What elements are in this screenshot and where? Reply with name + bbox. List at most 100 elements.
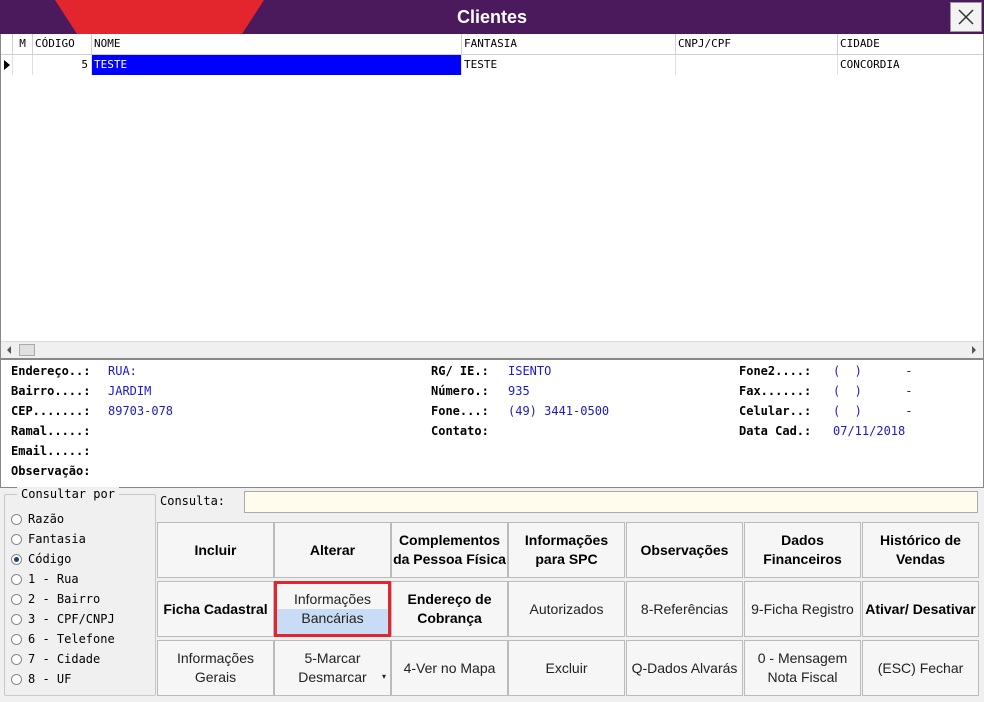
row-indicator-header [1,34,13,54]
rg-value: ISENTO [508,364,552,378]
column-header-cidade[interactable]: CIDADE [838,34,983,54]
button-label: 0 - Mensagem Nota Fiscal [757,650,848,685]
numero-label: Número.: [431,384,489,398]
column-header-codigo[interactable]: CÓDIGO [33,34,92,54]
radio-label: 3 - CPF/CNPJ [28,612,115,626]
cell-codigo[interactable]: 5 [33,55,92,75]
search-options-group: Consultar por Razão Fantasia Código 1 - … [4,487,156,696]
rg-label: RG/ IE.: [431,364,489,378]
scroll-right-icon[interactable] [969,345,979,355]
button-label: 4-Ver no Mapa [403,659,496,676]
radio-rua[interactable]: 1 - Rua [11,569,79,589]
button-label: Ficha Cadastral [163,600,268,617]
fone-label: Fone...: [431,404,489,418]
button-label: Incluir [194,541,237,558]
alterar-button[interactable]: Alterar [274,522,391,578]
scrollbar-thumb[interactable] [19,344,35,356]
radio-label: 1 - Rua [28,572,79,586]
mensagem-nota-fiscal-button[interactable]: 0 - Mensagem Nota Fiscal [744,640,861,696]
button-label: Alterar [309,541,356,558]
scroll-left-icon[interactable] [5,345,15,355]
dados-alvaras-button[interactable]: Q-Dados Alvarás [626,640,743,696]
autorizados-button[interactable]: Autorizados [508,581,625,637]
search-options-legend: Consultar por [17,487,119,501]
button-label: Complementos da Pessoa Física [393,532,506,567]
cep-value: 89703-078 [108,404,174,418]
fechar-button[interactable]: (ESC) Fechar [862,640,979,696]
consulta-input[interactable] [244,491,978,513]
clients-grid[interactable]: M CÓDIGO NOME FANTASIA CNPJ/CPF CIDADE 5… [0,34,984,359]
client-details-panel: Endereço..: RUA: Bairro....: JARDIM CEP.… [0,359,984,488]
ficha-cadastral-button[interactable]: Ficha Cadastral [157,581,274,637]
column-header-fantasia[interactable]: FANTASIA [462,34,676,54]
data-cadastro-label: Data Cad.: [739,424,812,438]
radio-telefone[interactable]: 6 - Telefone [11,629,115,649]
endereco-label: Endereço..: [11,364,91,378]
button-label: Q-Dados Alvarás [631,659,738,676]
radio-icon[interactable] [11,653,22,665]
informacoes-bancarias-button[interactable]: Informações Bancárias [274,581,391,637]
endereco-cobranca-button[interactable]: Endereço de Cobrança [391,581,508,637]
column-header-m[interactable]: M [13,34,33,54]
column-header-nome[interactable]: NOME [92,34,462,54]
radio-icon[interactable] [11,573,22,585]
radio-codigo[interactable]: Código [11,549,71,569]
ver-no-mapa-button[interactable]: 4-Ver no Mapa [391,640,508,696]
observacoes-button[interactable]: Observações [626,522,743,578]
radio-bairro[interactable]: 2 - Bairro [11,589,100,609]
button-label: 9-Ficha Registro [751,600,854,617]
radio-cpf-cnpj[interactable]: 3 - CPF/CNPJ [11,609,115,629]
fone2-label: Fone2....: [739,364,812,378]
fax-label: Fax......: [739,384,812,398]
historico-vendas-button[interactable]: Histórico de Vendas [862,522,979,578]
button-label: Bancárias [301,610,364,626]
button-label-container: Informações Bancárias [277,584,388,634]
button-label: Endereço de Cobrança [407,591,492,626]
cell-fantasia[interactable]: TESTE [462,55,676,75]
radio-icon[interactable] [11,673,22,685]
incluir-button[interactable]: Incluir [157,522,274,578]
fax-value: ( ) - [833,384,913,398]
radio-selected-icon[interactable] [11,553,22,565]
radio-icon[interactable] [11,593,22,605]
radio-icon[interactable] [11,613,22,625]
celular-label: Celular..: [739,404,812,418]
dados-financeiros-button[interactable]: Dados Financeiros [744,522,861,578]
dropdown-arrow-icon[interactable]: ▾ [382,667,386,686]
informacoes-spc-button[interactable]: Informações para SPC [508,522,625,578]
cell-m[interactable] [13,55,33,75]
table-row[interactable]: 5 TESTE TESTE CONCORDIA [1,55,983,75]
cell-cidade[interactable]: CONCORDIA [838,55,983,75]
radio-fantasia[interactable]: Fantasia [11,529,86,549]
referencias-button[interactable]: 8-Referências [626,581,743,637]
radio-label: 2 - Bairro [28,592,101,606]
grid-header: M CÓDIGO NOME FANTASIA CNPJ/CPF CIDADE [1,34,983,55]
numero-value: 935 [508,384,530,398]
button-label: Informações para SPC [524,532,609,567]
ativar-desativar-button[interactable]: Ativar/ Desativar [862,581,979,637]
cell-cnpj[interactable] [676,55,838,75]
button-label: Autorizados [529,600,604,617]
informacoes-gerais-button[interactable]: Informações Gerais [157,640,274,696]
ficha-registro-button[interactable]: 9-Ficha Registro [744,581,861,637]
marcar-desmarcar-button[interactable]: 5-Marcar Desmarcar ▾ [274,640,391,696]
button-label: (ESC) Fechar [877,659,964,676]
radio-razao[interactable]: Razão [11,509,64,529]
cell-nome[interactable]: TESTE [92,55,462,75]
radio-label: 8 - UF [28,672,72,686]
radio-cidade[interactable]: 7 - Cidade [11,649,100,669]
column-header-cnpj[interactable]: CNPJ/CPF [676,34,838,54]
radio-label: 6 - Telefone [28,632,115,646]
radio-uf[interactable]: 8 - UF [11,669,71,689]
radio-icon[interactable] [11,533,22,545]
cep-label: CEP.......: [11,404,91,418]
radio-icon[interactable] [11,633,22,645]
horizontal-scrollbar[interactable] [1,341,983,358]
row-pointer-icon [1,55,13,75]
close-icon [958,9,974,25]
button-label: Ativar/ Desativar [865,600,976,617]
radio-icon[interactable] [11,513,22,525]
excluir-button[interactable]: Excluir [508,640,625,696]
close-button[interactable] [950,2,982,32]
complementos-pessoa-fisica-button[interactable]: Complementos da Pessoa Física [391,522,508,578]
